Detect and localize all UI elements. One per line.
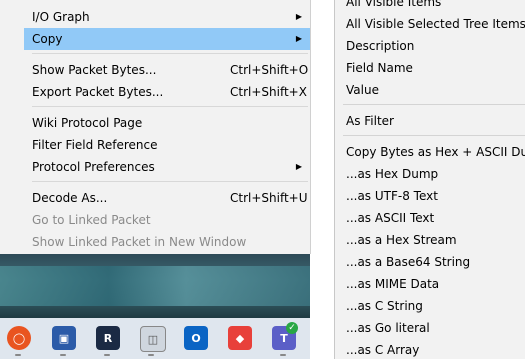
taskbar-active-dot (280, 354, 286, 356)
menu-item-label: Decode As... (32, 191, 108, 205)
menu-item-shortcut: Ctrl+Shift+X (230, 85, 307, 99)
menu-item-label: ...as a Base64 String (346, 255, 471, 269)
menu-separator (32, 106, 308, 107)
menu-item-label: As Filter (346, 114, 394, 128)
ubuntu-icon[interactable]: ◯ (7, 326, 31, 350)
menu-item-filter-field-reference[interactable]: Filter Field Reference (24, 134, 310, 156)
menu-item-wiki-protocol-page[interactable]: Wiki Protocol Page (24, 112, 310, 134)
taskbar-active-dot (15, 354, 21, 356)
menu-item-label: Go to Linked Packet (32, 213, 151, 227)
menu-item-label: ...as ASCII Text (346, 211, 435, 225)
menu-item-io-graph[interactable]: I/O Graph ▶ (24, 6, 310, 28)
copy-item-as-utf8-text[interactable]: ...as UTF-8 Text (335, 185, 525, 207)
anydesk-icon[interactable]: ◆ (228, 326, 252, 350)
menu-item-label: ...as Go literal (346, 321, 430, 335)
taskbar-active-dot (104, 354, 110, 356)
menu-item-label: ...as UTF-8 Text (346, 189, 438, 203)
menu-item-label: Protocol Preferences (32, 160, 155, 174)
copy-item-as-base64-string[interactable]: ...as a Base64 String (335, 251, 525, 273)
menu-item-go-to-linked-packet: Go to Linked Packet (24, 209, 310, 231)
menu-item-label: Show Packet Bytes... (32, 63, 157, 77)
menu-item-export-packet-bytes[interactable]: Export Packet Bytes... Ctrl+Shift+X (24, 81, 310, 103)
menu-item-label: Wiki Protocol Page (32, 116, 143, 130)
copy-item-as-c-array[interactable]: ...as C Array (335, 339, 525, 361)
menu-item-label: Export Packet Bytes... (32, 85, 164, 99)
rstudio-icon[interactable]: R (96, 326, 120, 350)
menu-item-shortcut: Ctrl+Shift+U (230, 191, 308, 205)
copy-item-description[interactable]: Description (335, 35, 525, 57)
copy-item-as-filter[interactable]: As Filter (335, 110, 525, 132)
menu-item-protocol-preferences[interactable]: Protocol Preferences ▶ (24, 156, 310, 178)
menu-item-label: Copy (32, 32, 63, 46)
menu-item-label: ...as C String (346, 299, 423, 313)
copy-item-as-mime-data[interactable]: ...as MIME Data (335, 273, 525, 295)
menu-separator (32, 53, 308, 54)
taskbar-active-dot (60, 354, 66, 356)
context-menu: I/O Graph ▶ Copy ▶ Show Packet Bytes... … (0, 0, 311, 254)
copy-item-as-c-string[interactable]: ...as C String (335, 295, 525, 317)
menu-item-shortcut: Ctrl+Shift+O (230, 63, 309, 77)
menu-separator (343, 104, 525, 105)
submenu-arrow-icon: ▶ (295, 162, 302, 171)
copy-item-as-hex-dump[interactable]: ...as Hex Dump (335, 163, 525, 185)
background-gap (311, 0, 334, 359)
menu-item-label: ...as a Hex Stream (346, 233, 457, 247)
submenu-arrow-icon: ▶ (295, 12, 302, 21)
menu-item-label: I/O Graph (32, 10, 90, 24)
taskbar-active-dot (148, 354, 154, 356)
menu-separator (32, 181, 308, 182)
remote-desktop-icon[interactable]: ▣ (52, 326, 76, 350)
menu-item-label: All Visible Selected Tree Items (346, 17, 525, 31)
menu-item-label: ...as C Array (346, 343, 420, 357)
copy-item-as-go-literal[interactable]: ...as Go literal (335, 317, 525, 339)
menu-item-label: ...as Hex Dump (346, 167, 439, 181)
menu-item-copy[interactable]: Copy ▶ (24, 28, 310, 50)
copy-item-field-name[interactable]: Field Name (335, 57, 525, 79)
menu-item-label: Field Name (346, 61, 413, 75)
copy-item-value[interactable]: Value (335, 79, 525, 101)
teams-status-badge: ✓ (286, 322, 298, 334)
menu-separator (343, 135, 525, 136)
copy-item-all-visible-items[interactable]: All Visible Items (335, 0, 525, 13)
copy-item-all-visible-selected-tree-items[interactable]: All Visible Selected Tree Items (335, 13, 525, 35)
menu-item-label: All Visible Items (346, 0, 442, 9)
menu-item-label: Value (346, 83, 379, 97)
menu-item-label: ...as MIME Data (346, 277, 440, 291)
copy-submenu: All Visible Items All Visible Selected T… (334, 0, 525, 359)
menu-item-label: Copy Bytes as Hex + ASCII Dump (346, 145, 525, 159)
lake-wallpaper (0, 266, 310, 306)
menu-item-label: Show Linked Packet in New Window (32, 235, 247, 249)
outlook-icon[interactable]: O (184, 326, 208, 350)
submenu-arrow-icon: ▶ (295, 34, 302, 43)
copy-item-bytes-hex-ascii-dump[interactable]: Copy Bytes as Hex + ASCII Dump (335, 141, 525, 163)
chrome-window-icon[interactable]: ◫ (140, 326, 166, 352)
taskbar: ◯ ▣ R ◫ O ◆ T ✓ (0, 318, 310, 359)
copy-item-as-hex-stream[interactable]: ...as a Hex Stream (335, 229, 525, 251)
copy-item-as-ascii-text[interactable]: ...as ASCII Text (335, 207, 525, 229)
menu-item-decode-as[interactable]: Decode As... Ctrl+Shift+U (24, 187, 310, 209)
menu-item-show-linked-packet-new-window: Show Linked Packet in New Window (24, 231, 310, 253)
desktop-background (0, 254, 310, 318)
menu-item-label: Description (346, 39, 415, 53)
menu-item-label: Filter Field Reference (32, 138, 158, 152)
menu-item-show-packet-bytes[interactable]: Show Packet Bytes... Ctrl+Shift+O (24, 59, 310, 81)
